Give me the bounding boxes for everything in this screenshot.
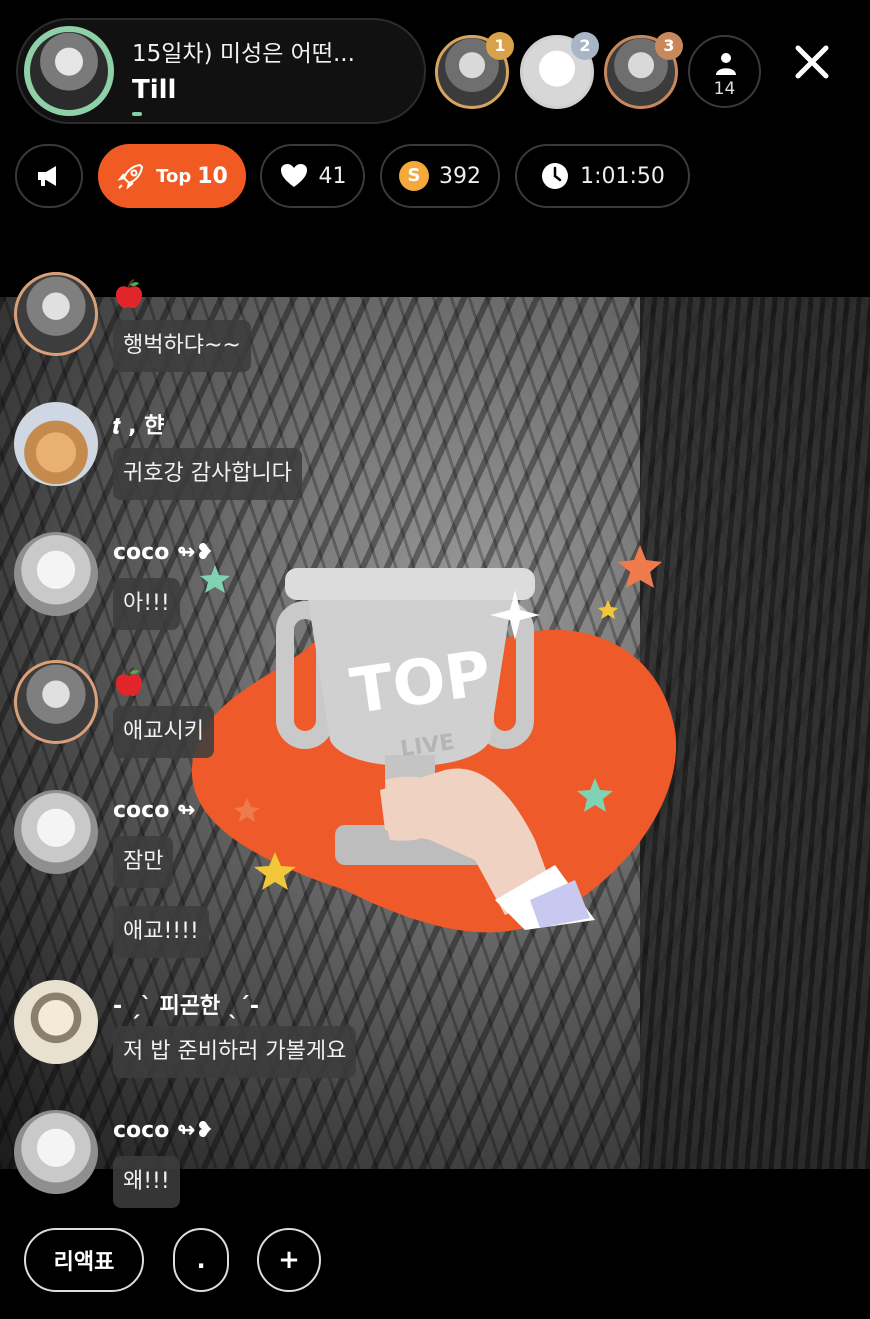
chat-user-avatar[interactable] xyxy=(14,402,98,486)
announcement-button[interactable] xyxy=(15,144,83,208)
likes-count: 41 xyxy=(318,163,347,189)
chat-user-avatar[interactable] xyxy=(14,532,98,616)
host-name: Till xyxy=(132,75,177,105)
chat-message: 애교!!!! xyxy=(113,906,209,958)
dot-button[interactable]: . xyxy=(173,1228,229,1292)
chat-username[interactable]: coco ↬ xyxy=(113,798,195,823)
top-live-trophy-animation: TOP LIVE xyxy=(191,545,677,933)
host-card[interactable]: 15일차) 미성은 어떤... Till xyxy=(16,18,426,124)
coin-icon: S xyxy=(399,161,429,191)
top-viewer-3-avatar[interactable]: 3 xyxy=(604,32,683,109)
rocket-icon xyxy=(117,163,144,190)
chat-username[interactable]: - ˏˋ 피곤한 ˎˊ- xyxy=(113,988,259,1020)
reaction-button[interactable]: 리액표 xyxy=(24,1228,144,1292)
stream-title: 15일차) 미성은 어떤... xyxy=(132,41,355,67)
megaphone-icon xyxy=(38,166,56,186)
chat-username[interactable]: coco ↬❥ xyxy=(113,540,214,565)
heart-icon xyxy=(280,164,307,187)
chat-user-avatar[interactable] xyxy=(14,790,98,874)
top-viewer-2-avatar[interactable]: 2 xyxy=(520,32,599,109)
chat-user-avatar[interactable] xyxy=(14,1110,98,1194)
plus-button[interactable]: + xyxy=(257,1228,321,1292)
rank-badge: 2 xyxy=(571,32,599,60)
coins-count: 392 xyxy=(439,163,481,189)
top-rank-button[interactable]: Top 10 xyxy=(98,144,246,208)
viewer-count: 14 xyxy=(713,79,736,99)
viewer-count-button[interactable]: 14 xyxy=(688,35,761,108)
apple-badge-icon xyxy=(116,279,142,309)
top-viewer-1-avatar[interactable]: 1 xyxy=(435,32,514,109)
chat-message: 귀호강 감사합니다 xyxy=(113,448,302,500)
chat-username[interactable]: 𝒕 , 햔 xyxy=(113,408,164,440)
clock-icon xyxy=(542,163,569,189)
host-level-bar xyxy=(132,112,142,116)
chat-message: 애교시키 xyxy=(113,706,214,758)
chat-username[interactable]: coco ↬❥ xyxy=(113,1118,214,1143)
chat-user-avatar[interactable] xyxy=(14,660,98,744)
chat-message: 왜!!! xyxy=(113,1156,180,1208)
chat-user-avatar[interactable] xyxy=(14,980,98,1064)
likes-button[interactable]: 41 xyxy=(260,144,365,208)
person-icon xyxy=(716,53,736,75)
elapsed-time-value: 1:01:50 xyxy=(580,163,665,189)
chat-message: 잠만 xyxy=(113,836,174,888)
host-avatar[interactable] xyxy=(24,26,114,116)
chat-message: 아!!! xyxy=(113,578,180,630)
top-rank-value: 10 xyxy=(197,163,228,189)
elapsed-time: 1:01:50 xyxy=(515,144,690,208)
coins-button[interactable]: S 392 xyxy=(380,144,500,208)
chat-message: 저 밥 준비하러 가볼게요 xyxy=(113,1026,357,1078)
rank-badge: 3 xyxy=(655,32,683,60)
apple-badge-icon xyxy=(116,667,142,697)
chat-message: 행벅하댜~~ xyxy=(113,320,251,372)
close-icon[interactable] xyxy=(788,38,836,86)
rank-badge: 1 xyxy=(486,32,514,60)
chat-user-avatar[interactable] xyxy=(14,272,98,356)
top-label: Top xyxy=(156,165,192,187)
